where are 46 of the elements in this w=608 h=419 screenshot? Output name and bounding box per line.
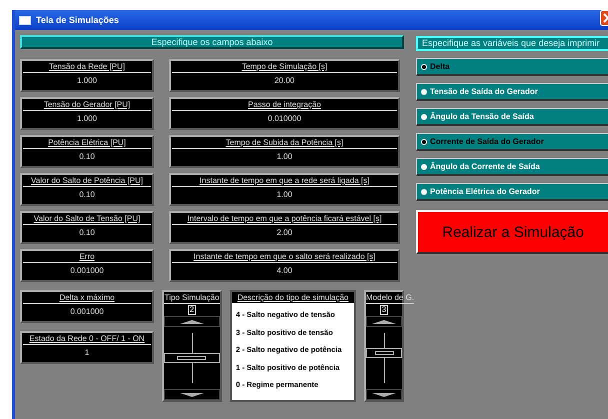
radio-icon xyxy=(421,114,427,120)
field-value[interactable]: 1.00 xyxy=(171,149,398,165)
field-label: Valor do Salto de Tensão [PU] xyxy=(23,213,151,225)
field-label: Instante de tempo em que a rede será ligada [s] xyxy=(172,175,397,187)
field-value[interactable]: 0.010000 xyxy=(171,111,398,127)
field-value[interactable]: 0.10 xyxy=(22,149,152,165)
field-value[interactable]: 2.00 xyxy=(171,225,398,241)
field-value[interactable]: 1.00 xyxy=(171,187,398,203)
field-value[interactable]: 0.10 xyxy=(22,225,152,241)
field-value[interactable]: 0.10 xyxy=(22,187,152,203)
window-icon xyxy=(19,16,31,24)
print-option[interactable]: Ângulo da Tensão de Saída xyxy=(416,108,608,126)
window-title: Tela de Simulações xyxy=(36,15,119,25)
field-label: Tensão do Gerador [PU] xyxy=(23,99,151,111)
description-title: Descrição do tipo de simulação xyxy=(232,292,354,303)
radio-icon xyxy=(421,64,427,70)
field-label: Tempo de Subida da Potência [s] xyxy=(172,137,397,149)
print-option[interactable]: Potência Elétrica do Gerador xyxy=(416,183,608,201)
field-label: Estado da Rede 0 - OFF/ 1 - ON xyxy=(23,333,151,345)
field-value[interactable]: 1 xyxy=(22,345,152,361)
print-option[interactable]: Corrente de Saída do Gerador xyxy=(416,133,608,151)
radio-icon xyxy=(421,138,427,144)
field-label: Passo de integração xyxy=(172,99,397,111)
field-label: Tempo de Simulação [s] xyxy=(172,61,397,73)
field-label: Potência Elétrica [PU] xyxy=(23,137,151,149)
field-value[interactable]: 4.00 xyxy=(171,263,398,279)
field-value[interactable]: 1.000 xyxy=(22,111,152,127)
field-label: Valor do Salto de Potência [PU] xyxy=(23,175,151,187)
field-label: Tensão da Rede [PU] xyxy=(23,61,151,73)
field-label: Delta x máximo xyxy=(23,292,151,304)
section-header: Especifique as variáveis que deseja imprimir xyxy=(416,36,608,51)
field-value[interactable]: 1.000 xyxy=(22,73,152,89)
run-simulation-button[interactable]: Realizar a Simulação xyxy=(416,210,608,254)
field-label: Erro xyxy=(23,251,151,263)
radio-icon xyxy=(421,88,427,94)
field-value[interactable]: 0.001000 xyxy=(22,263,152,279)
print-option[interactable]: Delta xyxy=(416,58,608,76)
section-header: Especifique os campos abaixo xyxy=(20,35,404,49)
radio-icon xyxy=(421,164,427,170)
radio-icon xyxy=(421,188,427,194)
field-value[interactable]: 0.001000 xyxy=(22,304,152,320)
print-option[interactable]: Ângulo da Corrente de Saída xyxy=(416,158,608,176)
print-option[interactable]: Tensão de Saída do Gerador xyxy=(416,83,608,101)
field-label: Instante de tempo em que o salto será realizado [s] xyxy=(172,251,397,263)
field-value[interactable]: 20.00 xyxy=(171,73,398,89)
field-label: Intervalo de tempo em que a potência ficará estável [s] xyxy=(172,213,397,225)
